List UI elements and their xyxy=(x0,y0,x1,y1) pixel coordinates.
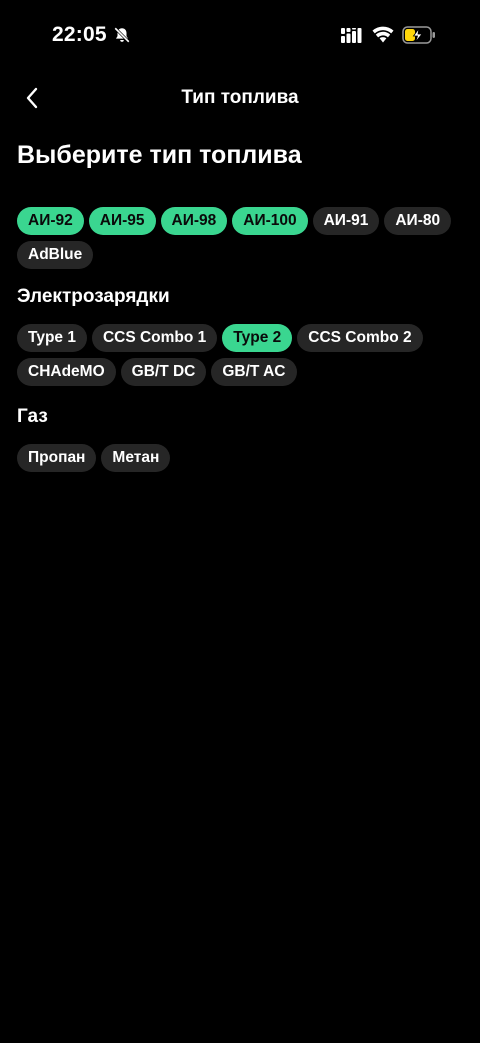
connector-type-chip[interactable]: Type 1 xyxy=(17,324,87,352)
fuel-type-chip[interactable]: AdBlue xyxy=(17,241,94,269)
fuel-type-chip[interactable]: АИ-100 xyxy=(232,207,308,235)
nav-bar: Тип топлива xyxy=(0,80,480,116)
section-title-gas: Газ xyxy=(17,406,48,427)
status-time: 22:05 xyxy=(52,23,107,46)
connector-type-chip[interactable]: GB/T AC xyxy=(211,358,297,386)
status-bar: 22:05 xyxy=(0,0,480,72)
gas-type-chip[interactable]: Пропан xyxy=(17,444,97,472)
fuel-type-chip[interactable]: АИ-95 xyxy=(88,207,156,235)
battery-charging-icon xyxy=(402,26,435,44)
connector-type-chip[interactable]: GB/T DC xyxy=(120,358,207,386)
fuel-chip-list: АИ-92 АИ-95 АИ-98 АИ-100 АИ-91 АИ-80 AdBlue xyxy=(17,207,463,269)
page-heading: Выберите тип топлива xyxy=(17,141,302,169)
page-title: Тип топлива xyxy=(181,87,299,108)
gas-chip-list: Пропан Метан xyxy=(17,444,463,472)
bell-slash-icon xyxy=(114,27,130,43)
electric-section: Электрозарядки Type 1 CCS Combo 1 Type 2 CC… xyxy=(17,286,463,386)
fuel-section: АИ-92 АИ-95 АИ-98 АИ-100 АИ-91 АИ-80 AdBlue xyxy=(17,207,463,269)
section-title-electric: Электрозарядки xyxy=(17,286,170,307)
connector-type-chip[interactable]: CHAdeMO xyxy=(17,358,116,386)
connector-type-chip[interactable]: CCS Combo 1 xyxy=(91,324,218,352)
gas-type-chip[interactable]: Метан xyxy=(101,444,171,472)
cellular-signal-icon xyxy=(341,28,362,43)
electric-chip-list: Type 1 CCS Combo 1 Type 2 CCS Combo 2 CHAdeM… xyxy=(17,324,463,386)
fuel-type-chip[interactable]: АИ-92 xyxy=(17,207,84,235)
fuel-type-chip[interactable]: АИ-98 xyxy=(160,207,228,235)
connector-type-chip[interactable]: CCS Combo 2 xyxy=(297,324,423,352)
gas-section: Газ Пропан Метан xyxy=(17,406,463,472)
connector-type-chip[interactable]: Type 2 xyxy=(222,324,293,352)
fuel-type-chip[interactable]: АИ-80 xyxy=(384,207,452,235)
wifi-icon xyxy=(372,26,394,43)
fuel-type-chip[interactable]: АИ-91 xyxy=(312,207,380,235)
